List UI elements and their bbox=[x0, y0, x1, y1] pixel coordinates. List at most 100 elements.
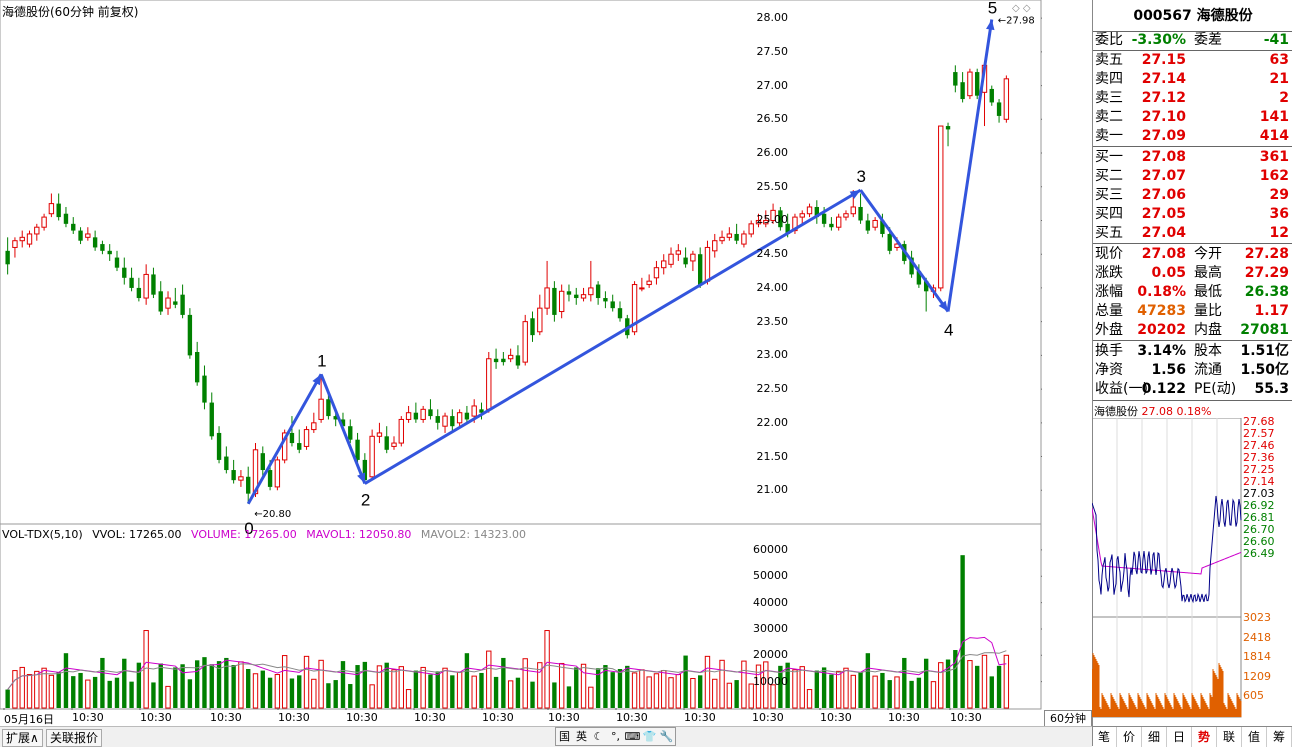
bottom-tab[interactable]: 细 bbox=[1142, 727, 1167, 747]
candle-body-down bbox=[187, 314, 193, 356]
wave-line bbox=[946, 19, 994, 312]
row-label: 现价 bbox=[1095, 246, 1123, 262]
sell-row[interactable]: 卖二 27.10 141 bbox=[1093, 108, 1292, 127]
vol-legend-mavol1: MAVOL1: 12050.80 bbox=[306, 528, 412, 541]
candle-body-down bbox=[180, 294, 185, 315]
sell-row[interactable]: 卖一 27.09 414 bbox=[1093, 127, 1292, 146]
sell-price: 27.12 bbox=[1141, 90, 1186, 106]
sell-level-label: 卖一 bbox=[1095, 128, 1123, 144]
candle-body-up bbox=[704, 246, 711, 282]
buy-row[interactable]: 买四 27.05 36 bbox=[1093, 205, 1292, 224]
vol-axis-label: 10000 bbox=[753, 674, 788, 688]
sell-row[interactable]: 卖五 27.15 63 bbox=[1093, 51, 1292, 70]
fundamental-row: 净资 1.56 流通 1.50亿 bbox=[1093, 361, 1292, 380]
buy-row[interactable]: 买二 27.07 162 bbox=[1093, 167, 1292, 186]
candle-body-up bbox=[420, 408, 426, 420]
related-quote-button[interactable]: 关联报价 bbox=[46, 729, 103, 747]
ime-skin-icon[interactable]: 👕 bbox=[641, 728, 658, 745]
candle-body-down bbox=[107, 250, 112, 255]
buy-row[interactable]: 买一 27.08 361 bbox=[1093, 148, 1292, 167]
volume-bar-up bbox=[442, 667, 448, 709]
ime-punct-icon[interactable]: °, bbox=[607, 728, 624, 745]
bottom-tab[interactable]: 价 bbox=[1117, 727, 1142, 747]
sell-row[interactable]: 卖四 27.14 21 bbox=[1093, 70, 1292, 89]
buy-price: 27.08 bbox=[1141, 149, 1186, 165]
candle-body-down bbox=[493, 358, 499, 363]
mini-volume-label: 1814 bbox=[1243, 650, 1271, 663]
bottom-tab[interactable]: 笔 bbox=[1092, 727, 1117, 747]
volume-bar-up bbox=[311, 678, 317, 709]
candle-body-up bbox=[19, 236, 25, 242]
period-button[interactable]: 60分钟 bbox=[1044, 710, 1092, 727]
row-label: 净资 bbox=[1095, 362, 1123, 378]
bottom-tab[interactable]: 日 bbox=[1167, 727, 1192, 747]
candle-body-up bbox=[48, 203, 55, 215]
volume-bar-up bbox=[836, 670, 842, 709]
expand-button[interactable]: 扩展∧ bbox=[2, 729, 43, 747]
bottom-tab[interactable]: 联 bbox=[1217, 727, 1242, 747]
volume-bar-up bbox=[85, 679, 91, 709]
time-axis-label: 10:30 bbox=[346, 711, 378, 724]
buy-volume: 162 bbox=[1259, 168, 1289, 184]
diamond-icons[interactable]: ◇ ◇ bbox=[1012, 3, 1031, 14]
stat-row: 现价 27.08 今开 27.28 bbox=[1093, 245, 1292, 264]
volume-bar-down bbox=[566, 686, 572, 708]
volume-bar-up bbox=[471, 675, 477, 709]
volume-bar-up bbox=[675, 674, 681, 709]
volume-bar-down bbox=[326, 683, 331, 708]
volume-bar-down bbox=[865, 653, 871, 708]
mini-volume-label: 2418 bbox=[1243, 630, 1271, 644]
volume-bar-down bbox=[231, 665, 236, 708]
mini-title-pct: 0.18% bbox=[1176, 405, 1212, 418]
buy-price: 27.06 bbox=[1141, 187, 1186, 203]
fundamental-row: 收益(一) 0.122 PE(动) 55.3 bbox=[1093, 380, 1292, 399]
ime-guo-icon[interactable]: 国 bbox=[556, 728, 573, 745]
ime-settings-icon[interactable]: 🔧 bbox=[658, 728, 675, 745]
candle-body-up bbox=[507, 354, 514, 360]
bottom-tab[interactable]: 势 bbox=[1192, 727, 1217, 747]
bottom-tab[interactable]: 筹 bbox=[1267, 727, 1292, 747]
candle-body-up bbox=[376, 432, 383, 437]
row-label: 涨跌 bbox=[1095, 265, 1123, 281]
time-axis-label: 10:30 bbox=[140, 711, 172, 724]
kline-svg[interactable]: 012345←20.80←27.98 bbox=[0, 0, 1042, 710]
time-axis-label: 10:30 bbox=[72, 711, 104, 724]
time-axis-label: 10:30 bbox=[278, 711, 310, 724]
volume-bar-down bbox=[158, 663, 163, 708]
candle-body-down bbox=[821, 213, 827, 224]
candle-body-down bbox=[151, 274, 156, 295]
price-axis-label: 25.00 bbox=[756, 213, 789, 227]
ime-english-icon[interactable]: 英 bbox=[573, 728, 590, 745]
wave-arrowhead bbox=[357, 472, 366, 484]
volume-bar-down bbox=[450, 675, 455, 708]
volume-bar-down bbox=[975, 665, 980, 708]
vol-axis-label: 50000 bbox=[753, 569, 788, 583]
volume-bar-down bbox=[515, 677, 521, 708]
row-label-2: 流通 bbox=[1194, 362, 1222, 378]
candle-body-down bbox=[975, 72, 980, 96]
candle-body-down bbox=[267, 470, 273, 487]
sell-row[interactable]: 卖三 27.12 2 bbox=[1093, 89, 1292, 108]
row-value-2: 27.28 bbox=[1244, 246, 1289, 262]
bottom-tabs: 笔价细日势联值筹 bbox=[1092, 726, 1292, 747]
main-chart-area[interactable]: 0 1 2 3 4 5 ←20.80 ←27.98 海德股份(60分钟 前复权) VOL-TD… bbox=[0, 0, 1092, 727]
volume-bar-down bbox=[297, 675, 302, 708]
candle-body-up bbox=[456, 412, 463, 424]
candle-body-down bbox=[566, 291, 572, 295]
ime-moon-icon[interactable]: ☾ bbox=[590, 728, 607, 745]
row-value-2: 1.17 bbox=[1254, 303, 1289, 319]
vol-axis-label: 30000 bbox=[753, 621, 788, 635]
price-axis-label: 28.00 bbox=[756, 11, 789, 25]
intraday-mini-chart[interactable] bbox=[1092, 418, 1242, 718]
ime-keyboard-icon[interactable]: ⌨ bbox=[624, 728, 641, 745]
bottom-tab[interactable]: 值 bbox=[1242, 727, 1267, 747]
price-axis-label: 26.00 bbox=[756, 146, 789, 160]
candle-body-down bbox=[960, 82, 965, 100]
row-label-2: 今开 bbox=[1194, 246, 1222, 262]
ime-toolbar[interactable]: 国 英 ☾ °, ⌨ 👕 🔧 bbox=[555, 727, 676, 746]
volume-bar-down bbox=[5, 689, 10, 708]
volume-bar-down bbox=[734, 680, 739, 708]
buy-row[interactable]: 买三 27.06 29 bbox=[1093, 186, 1292, 205]
candle-body-down bbox=[413, 412, 419, 420]
buy-row[interactable]: 买五 27.04 12 bbox=[1093, 224, 1292, 243]
